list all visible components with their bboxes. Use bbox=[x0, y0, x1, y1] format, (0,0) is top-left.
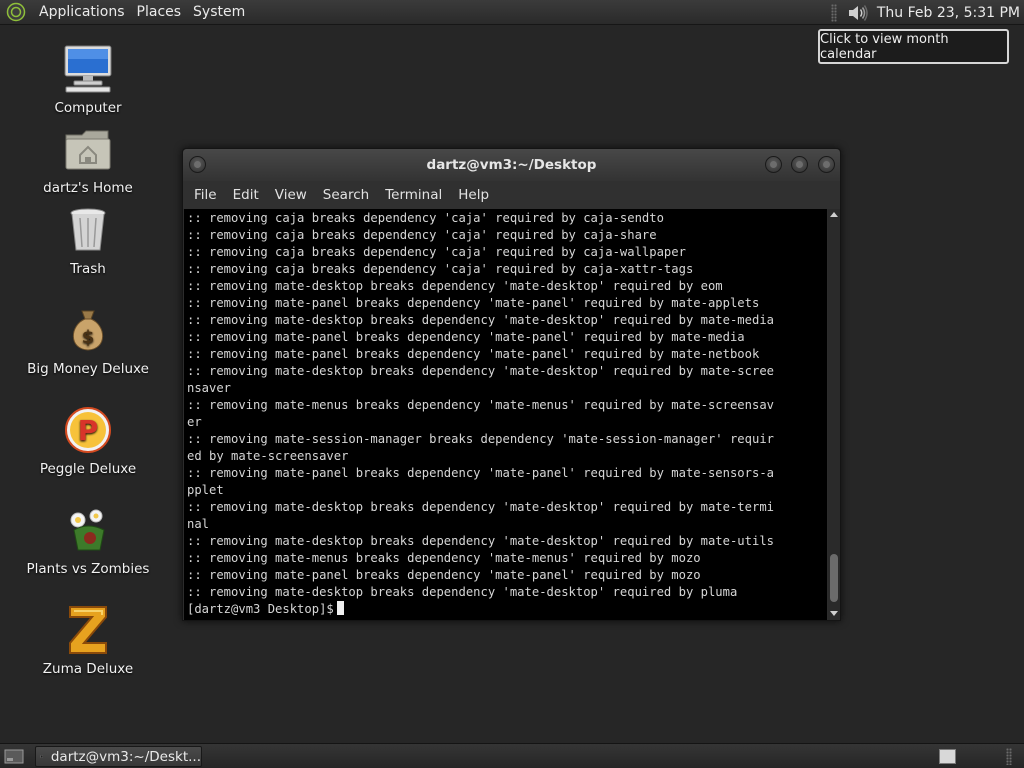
money-bag-icon: $ bbox=[60, 305, 116, 355]
window-menu-button[interactable] bbox=[189, 156, 206, 173]
workspace-switcher[interactable] bbox=[939, 749, 956, 764]
terminal-line: :: removing mate-panel breaks dependency… bbox=[187, 466, 774, 480]
terminal-line: :: removing mate-desktop breaks dependen… bbox=[187, 279, 723, 293]
zuma-icon bbox=[60, 605, 116, 655]
terminal-line: :: removing mate-session-manager breaks … bbox=[187, 432, 774, 446]
terminal-window[interactable]: dartz@vm3:~/Desktop File Edit View Searc… bbox=[182, 148, 841, 621]
desktop-icon-label: Zuma Deluxe bbox=[42, 661, 134, 677]
desktop-icon-peggle[interactable]: P Peggle Deluxe bbox=[13, 405, 163, 477]
desktop-icon-plants-vs-zombies[interactable]: Plants vs Zombies bbox=[13, 505, 163, 577]
terminal-line: :: removing mate-desktop breaks dependen… bbox=[187, 500, 774, 514]
applications-menu[interactable]: Applications bbox=[33, 4, 131, 20]
taskbar-button-label: dartz@vm3:~/Deskt... bbox=[50, 748, 201, 765]
show-desktop-icon[interactable] bbox=[4, 748, 24, 765]
desktop-icon-label: Computer bbox=[54, 100, 122, 116]
terminal-line: :: removing mate-panel breaks dependency… bbox=[187, 568, 701, 582]
scrollbar-thumb[interactable] bbox=[830, 554, 838, 602]
home-folder-icon bbox=[60, 124, 116, 174]
peggle-icon: P bbox=[60, 405, 116, 455]
desktop-icon-label: Big Money Deluxe bbox=[27, 361, 149, 377]
close-button[interactable] bbox=[818, 156, 835, 173]
terminal-line: :: removing mate-desktop breaks dependen… bbox=[187, 585, 738, 599]
terminal-line: :: removing caja breaks dependency 'caja… bbox=[187, 211, 664, 225]
terminal-line: pplet bbox=[187, 483, 224, 497]
taskbar-terminal-button[interactable]: dartz@vm3:~/Deskt... bbox=[35, 746, 202, 767]
terminal-output[interactable]: :: removing caja breaks dependency 'caja… bbox=[184, 209, 827, 620]
scroll-down-arrow-icon[interactable] bbox=[830, 611, 838, 616]
clock[interactable]: Thu Feb 23, 5:31 PM bbox=[877, 5, 1020, 21]
terminal-line: nal bbox=[187, 517, 210, 531]
terminal-cursor bbox=[336, 601, 344, 615]
svg-text:P: P bbox=[78, 414, 99, 447]
volume-icon[interactable] bbox=[847, 3, 869, 23]
desktop-icon-label: Peggle Deluxe bbox=[39, 461, 137, 477]
terminal-line: ed by mate-screensaver bbox=[187, 449, 349, 463]
window-titlebar[interactable]: dartz@vm3:~/Desktop bbox=[183, 149, 840, 181]
terminal-line: :: removing mate-panel breaks dependency… bbox=[187, 330, 745, 344]
terminal-line: :: removing caja breaks dependency 'caja… bbox=[187, 228, 657, 242]
minimize-button[interactable] bbox=[765, 156, 782, 173]
desktop-icon-big-money[interactable]: $ Big Money Deluxe bbox=[13, 305, 163, 377]
desktop-icon-label: Trash bbox=[70, 261, 106, 277]
desktop-icon-zuma[interactable]: Zuma Deluxe bbox=[13, 605, 163, 677]
mate-logo-icon[interactable] bbox=[5, 1, 27, 23]
terminal-line: :: removing caja breaks dependency 'caja… bbox=[187, 245, 686, 259]
system-menu[interactable]: System bbox=[187, 4, 251, 20]
terminal-line: :: removing mate-desktop breaks dependen… bbox=[187, 534, 774, 548]
terminal-line: :: removing caja breaks dependency 'caja… bbox=[187, 262, 694, 276]
menu-help[interactable]: Help bbox=[450, 187, 497, 203]
panel-handle[interactable] bbox=[830, 3, 837, 22]
computer-icon bbox=[60, 44, 116, 94]
terminal-menubar: File Edit View Search Terminal Help bbox=[183, 181, 840, 209]
terminal-line: er bbox=[187, 415, 202, 429]
terminal-prompt: [dartz@vm3 Desktop]$ bbox=[187, 602, 334, 616]
terminal-line: :: removing mate-panel breaks dependency… bbox=[187, 296, 760, 310]
scroll-up-arrow-icon[interactable] bbox=[830, 212, 838, 217]
menu-file[interactable]: File bbox=[186, 187, 225, 203]
calendar-tooltip: Click to view month calendar bbox=[818, 29, 1009, 64]
terminal-line: :: removing mate-panel breaks dependency… bbox=[187, 347, 760, 361]
terminal-line: :: removing mate-menus breaks dependency… bbox=[187, 398, 774, 412]
plants-vs-zombies-icon bbox=[60, 505, 116, 555]
desktop-icon-label: dartz's Home bbox=[43, 180, 133, 196]
terminal-line: nsaver bbox=[187, 381, 232, 395]
places-menu[interactable]: Places bbox=[131, 4, 188, 20]
desktop-icon-trash[interactable]: Trash bbox=[13, 205, 163, 277]
desktop-icon-label: Plants vs Zombies bbox=[26, 561, 150, 577]
panel-handle[interactable] bbox=[1006, 748, 1012, 765]
bottom-panel: dartz@vm3:~/Deskt... bbox=[0, 743, 1024, 768]
desktop-icon-computer[interactable]: Computer bbox=[13, 44, 163, 116]
maximize-button[interactable] bbox=[791, 156, 808, 173]
menu-view[interactable]: View bbox=[267, 187, 315, 203]
menu-search[interactable]: Search bbox=[315, 187, 377, 203]
terminal-prompt-line[interactable]: [dartz@vm3 Desktop]$ bbox=[187, 601, 827, 618]
terminal-icon bbox=[40, 755, 43, 758]
menu-terminal[interactable]: Terminal bbox=[377, 187, 450, 203]
svg-text:$: $ bbox=[82, 327, 95, 348]
terminal-line: :: removing mate-desktop breaks dependen… bbox=[187, 313, 774, 327]
terminal-line: :: removing mate-menus breaks dependency… bbox=[187, 551, 701, 565]
trash-icon bbox=[60, 205, 116, 255]
top-panel: Applications Places System Thu Feb 23, 5… bbox=[0, 0, 1024, 25]
window-title: dartz@vm3:~/Desktop bbox=[426, 157, 597, 173]
terminal-scrollbar[interactable] bbox=[828, 209, 840, 620]
desktop-icon-home[interactable]: dartz's Home bbox=[13, 124, 163, 196]
menu-edit[interactable]: Edit bbox=[225, 187, 267, 203]
terminal-line: :: removing mate-desktop breaks dependen… bbox=[187, 364, 774, 378]
panel-tray: Thu Feb 23, 5:31 PM bbox=[830, 0, 1024, 25]
